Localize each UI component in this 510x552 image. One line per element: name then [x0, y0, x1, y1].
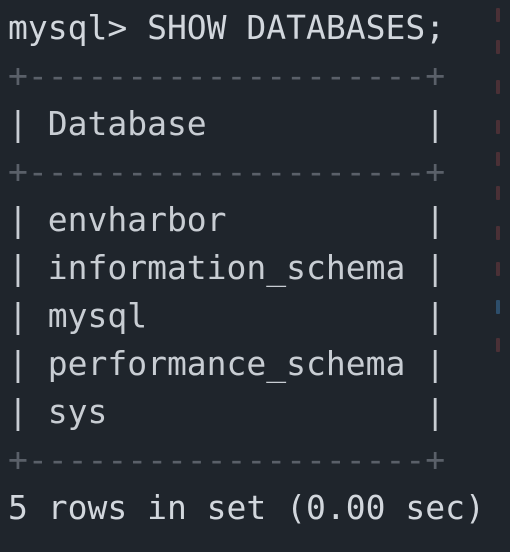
- table-row: | information_schema |: [8, 248, 446, 287]
- table-row: | sys |: [8, 392, 446, 431]
- result-summary: 5 rows in set (0.00 sec): [8, 488, 485, 527]
- table-border-top: +--------------------+: [8, 56, 446, 95]
- terminal-window[interactable]: mysql> SHOW DATABASES; +----------------…: [0, 0, 510, 552]
- table-row: | envharbor |: [8, 200, 446, 239]
- table-border-bottom: +--------------------+: [8, 440, 446, 479]
- editor-edge-marks: [494, 0, 510, 552]
- table-border-header: +--------------------+: [8, 152, 446, 191]
- command-prompt: mysql> SHOW DATABASES;: [8, 8, 446, 47]
- table-row: | performance_schema |: [8, 344, 446, 383]
- table-header-row: | Database |: [8, 104, 446, 143]
- table-row: | mysql |: [8, 296, 446, 335]
